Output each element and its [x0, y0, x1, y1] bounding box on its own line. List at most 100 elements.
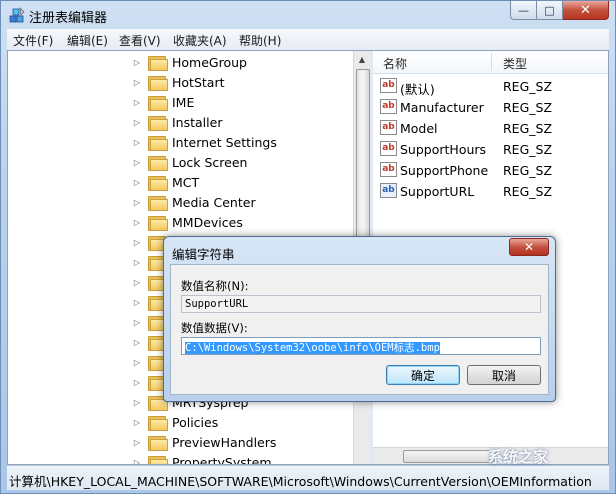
tree-node[interactable]: ▷ HotStart	[132, 72, 224, 92]
tree-node-label: Installer	[172, 114, 223, 130]
expand-arrow-icon[interactable]: ▷	[132, 158, 142, 167]
expand-arrow-icon[interactable]: ▷	[132, 98, 142, 107]
expand-arrow-icon[interactable]: ▷	[132, 78, 142, 87]
tree-node[interactable]: ▷ MCT	[132, 172, 199, 192]
edit-string-dialog: 编辑字符串 ✕ 数值名称(N): SupportURL 数值数据(V): C:\…	[163, 236, 556, 402]
value-name-field: SupportURL	[181, 295, 541, 313]
window-title: 注册表编辑器	[29, 11, 108, 26]
folder-icon	[148, 455, 168, 464]
string-value-icon: ab	[380, 120, 397, 135]
folder-icon	[148, 95, 168, 111]
value-type: REG_SZ	[503, 100, 553, 115]
scroll-thumb[interactable]	[356, 69, 370, 241]
expand-arrow-icon[interactable]: ▷	[132, 458, 142, 465]
expand-arrow-icon[interactable]: ▷	[132, 138, 142, 147]
value-data-input[interactable]: C:\Windows\System32\oobe\info\OEM标志.bmp	[181, 337, 541, 355]
dialog-close-button[interactable]: ✕	[509, 238, 549, 256]
status-bar: 计算机\HKEY_LOCAL_MACHINE\SOFTWARE\Microsof…	[7, 465, 609, 490]
column-name-header[interactable]: 名称	[383, 55, 407, 72]
expand-arrow-icon[interactable]: ▷	[132, 258, 142, 267]
minimize-button[interactable]: —	[510, 1, 537, 20]
value-row[interactable]: ab SupportPhone REG_SZ	[373, 160, 608, 181]
value-row[interactable]: ab Manufacturer REG_SZ	[373, 97, 608, 118]
string-value-icon: ab	[380, 183, 397, 198]
value-name-label: 数值名称(N):	[181, 279, 249, 293]
value-row[interactable]: ab SupportURL REG_SZ	[373, 181, 608, 202]
string-value-icon: ab	[380, 141, 397, 156]
value-data-label: 数值数据(V):	[181, 321, 248, 335]
folder-icon	[148, 415, 168, 431]
caption-buttons: — □ ✕	[510, 1, 609, 21]
value-row[interactable]: ab Model REG_SZ	[373, 118, 608, 139]
expand-arrow-icon[interactable]: ▷	[132, 278, 142, 287]
tree-node-label: Media Center	[172, 194, 256, 210]
expand-arrow-icon[interactable]: ▷	[132, 238, 142, 247]
expand-arrow-icon[interactable]: ▷	[132, 358, 142, 367]
expand-arrow-icon[interactable]: ▷	[132, 318, 142, 327]
hscroll-thumb[interactable]	[403, 450, 495, 463]
watermark-logo: 系统之家	[488, 448, 549, 466]
menu-edit[interactable]: 编辑(E)	[67, 32, 108, 49]
column-type-header[interactable]: 类型	[503, 55, 527, 72]
tree-node-label: HotStart	[172, 74, 225, 90]
tree-node[interactable]: ▷ PropertySystem	[132, 452, 272, 464]
value-type: REG_SZ	[503, 79, 553, 94]
tree-node-label: HomeGroup	[172, 54, 247, 70]
expand-arrow-icon[interactable]: ▷	[132, 118, 142, 127]
tree-node[interactable]: ▷ Internet Settings	[132, 132, 277, 152]
list-header: 名称 类型	[373, 51, 608, 74]
value-type: REG_SZ	[503, 121, 553, 136]
value-row[interactable]: ab SupportHours REG_SZ	[373, 139, 608, 160]
tree-node-label: PreviewHandlers	[172, 434, 277, 450]
value-name: SupportPhone	[400, 163, 489, 178]
expand-arrow-icon[interactable]: ▷	[132, 378, 142, 387]
tree-node[interactable]: ▷ Installer	[132, 112, 222, 132]
title-bar[interactable]: 注册表编辑器 — □ ✕	[1, 1, 615, 29]
tree-node[interactable]: ▷ IME	[132, 92, 194, 112]
menu-favorites[interactable]: 收藏夹(A)	[173, 32, 227, 49]
value-type: REG_SZ	[503, 142, 553, 157]
dialog-body: 数值名称(N): SupportURL 数值数据(V): C:\Windows\…	[170, 264, 549, 395]
expand-arrow-icon[interactable]: ▷	[132, 338, 142, 347]
expand-arrow-icon[interactable]: ▷	[132, 298, 142, 307]
tree-node[interactable]: ▷ Policies	[132, 412, 218, 432]
expand-arrow-icon[interactable]: ▷	[132, 198, 142, 207]
cancel-button[interactable]: 取消	[467, 365, 541, 385]
status-path: 计算机\HKEY_LOCAL_MACHINE\SOFTWARE\Microsof…	[9, 474, 592, 489]
ok-button[interactable]: 确定	[386, 365, 460, 385]
folder-icon	[148, 55, 168, 71]
tree-node-label: IME	[172, 94, 195, 110]
value-name: Manufacturer	[400, 100, 484, 115]
expand-arrow-icon[interactable]: ▷	[132, 418, 142, 427]
expand-arrow-icon[interactable]: ▷	[132, 178, 142, 187]
tree-node[interactable]: ▷ PreviewHandlers	[132, 432, 276, 452]
scroll-up-arrow-icon[interactable]: ▲	[354, 51, 370, 67]
tree-node-label: MMDevices	[172, 214, 243, 230]
value-row[interactable]: ab (默认) REG_SZ	[373, 76, 608, 97]
tree-node[interactable]: ▷ Lock Screen	[132, 152, 247, 172]
selected-text: C:\Windows\System32\oobe\info\OEM标志.bmp	[185, 342, 440, 354]
string-value-icon: ab	[380, 78, 397, 93]
regedit-app-icon	[9, 7, 25, 23]
tree-node[interactable]: ▷ HomeGroup	[132, 52, 247, 72]
menu-view[interactable]: 查看(V)	[119, 32, 161, 49]
folder-icon	[148, 135, 168, 151]
folder-icon	[148, 215, 168, 231]
value-name: (默认)	[400, 82, 435, 97]
maximize-button[interactable]: □	[537, 1, 563, 20]
folder-icon	[148, 435, 168, 451]
tree-node-label: Policies	[172, 414, 219, 430]
column-divider[interactable]	[491, 53, 492, 71]
expand-arrow-icon[interactable]: ▷	[132, 58, 142, 67]
menu-file[interactable]: 文件(F)	[13, 32, 53, 49]
folder-icon	[148, 115, 168, 131]
menu-help[interactable]: 帮助(H)	[239, 32, 281, 49]
expand-arrow-icon[interactable]: ▷	[132, 218, 142, 227]
value-name: SupportURL	[400, 184, 475, 199]
string-value-icon: ab	[380, 162, 397, 177]
close-button[interactable]: ✕	[563, 1, 609, 20]
tree-node[interactable]: ▷ Media Center	[132, 192, 256, 212]
tree-node[interactable]: ▷ MMDevices	[132, 212, 243, 232]
expand-arrow-icon[interactable]: ▷	[132, 438, 142, 447]
expand-arrow-icon[interactable]: ▷	[132, 398, 142, 407]
